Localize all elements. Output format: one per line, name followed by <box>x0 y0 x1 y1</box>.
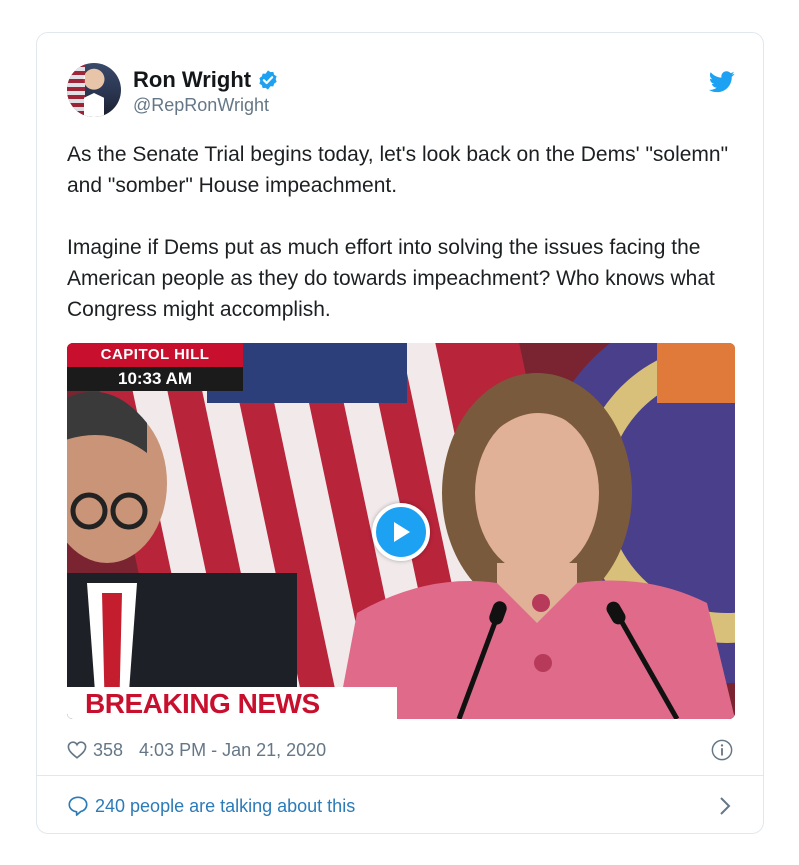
news-location-time: CAPITOL HILL 10:33 AM <box>67 343 243 391</box>
like-count[interactable]: 358 <box>93 740 123 761</box>
verified-badge-icon <box>259 70 277 90</box>
chevron-right-icon[interactable] <box>719 796 731 816</box>
play-icon <box>394 522 410 542</box>
breaking-news-text: BREAKING NEWS <box>85 688 320 719</box>
twitter-bird-icon[interactable] <box>709 71 735 93</box>
author-block[interactable]: Ron Wright @RepRonWright <box>133 67 279 116</box>
play-button[interactable] <box>372 503 430 561</box>
author-display-name[interactable]: Ron Wright <box>133 67 251 93</box>
video-player[interactable]: CAPITOL HILL 10:33 AM BREAKING NEWS <box>67 343 735 719</box>
author-handle[interactable]: @RepRonWright <box>133 95 279 116</box>
avatar[interactable] <box>67 63 121 117</box>
breaking-news-banner: BREAKING NEWS <box>67 687 397 719</box>
news-location: CAPITOL HILL <box>67 343 243 367</box>
tweet-text: As the Senate Trial begins today, let's … <box>67 143 729 321</box>
tweet-card: Ron Wright @RepRonWright As the Senate T… <box>36 32 764 834</box>
divider <box>37 775 763 776</box>
info-icon[interactable] <box>711 739 733 761</box>
speech-bubble-icon <box>68 796 88 816</box>
news-time: 10:33 AM <box>67 367 243 391</box>
tweet-meta: 358 4:03 PM - Jan 21, 2020 <box>67 737 735 763</box>
tweet-header: Ron Wright @RepRonWright <box>67 63 735 119</box>
talking-about-text[interactable]: 240 people are talking about this <box>95 796 355 817</box>
conversation-link[interactable]: 240 people are talking about this <box>67 793 735 819</box>
heart-icon[interactable] <box>67 741 87 759</box>
tweet-timestamp[interactable]: 4:03 PM - Jan 21, 2020 <box>139 740 326 761</box>
